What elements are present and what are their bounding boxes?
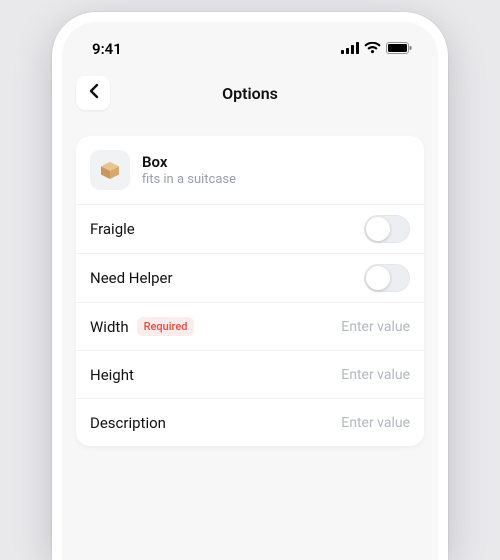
page-title: Options — [62, 84, 438, 103]
header-title: Box — [142, 153, 236, 171]
height-label: Height — [90, 366, 134, 384]
description-placeholder: Enter value — [341, 415, 410, 431]
battery-icon — [386, 40, 412, 58]
helper-label: Need Helper — [90, 269, 173, 287]
back-button[interactable] — [76, 76, 110, 110]
width-placeholder: Enter value — [341, 319, 410, 335]
header-row: Box fits in a suitcase — [76, 136, 424, 204]
helper-toggle[interactable] — [364, 264, 410, 292]
status-bar: 9:41 — [62, 22, 438, 62]
status-indicators — [341, 40, 412, 58]
height-placeholder: Enter value — [341, 367, 410, 383]
row-fragile: Fraigle — [76, 204, 424, 253]
status-time: 9:41 — [92, 40, 122, 58]
phone-frame: 9:41 Options Box f — [52, 12, 448, 560]
row-helper: Need Helper — [76, 253, 424, 302]
width-label: Width — [90, 318, 129, 336]
row-width[interactable]: Width Required Enter value — [76, 302, 424, 350]
fragile-label: Fraigle — [90, 220, 135, 238]
header-subtitle: fits in a suitcase — [142, 172, 236, 187]
options-card: Box fits in a suitcase Fraigle Need Help… — [76, 136, 424, 446]
required-badge: Required — [137, 317, 195, 336]
cellular-icon — [341, 40, 359, 58]
box-icon — [90, 150, 130, 190]
description-label: Description — [90, 414, 166, 432]
fragile-toggle[interactable] — [364, 215, 410, 243]
chevron-left-icon — [88, 83, 99, 103]
row-description[interactable]: Description Enter value — [76, 398, 424, 446]
wifi-icon — [364, 40, 381, 58]
nav-bar: Options — [62, 62, 438, 126]
row-height[interactable]: Height Enter value — [76, 350, 424, 398]
